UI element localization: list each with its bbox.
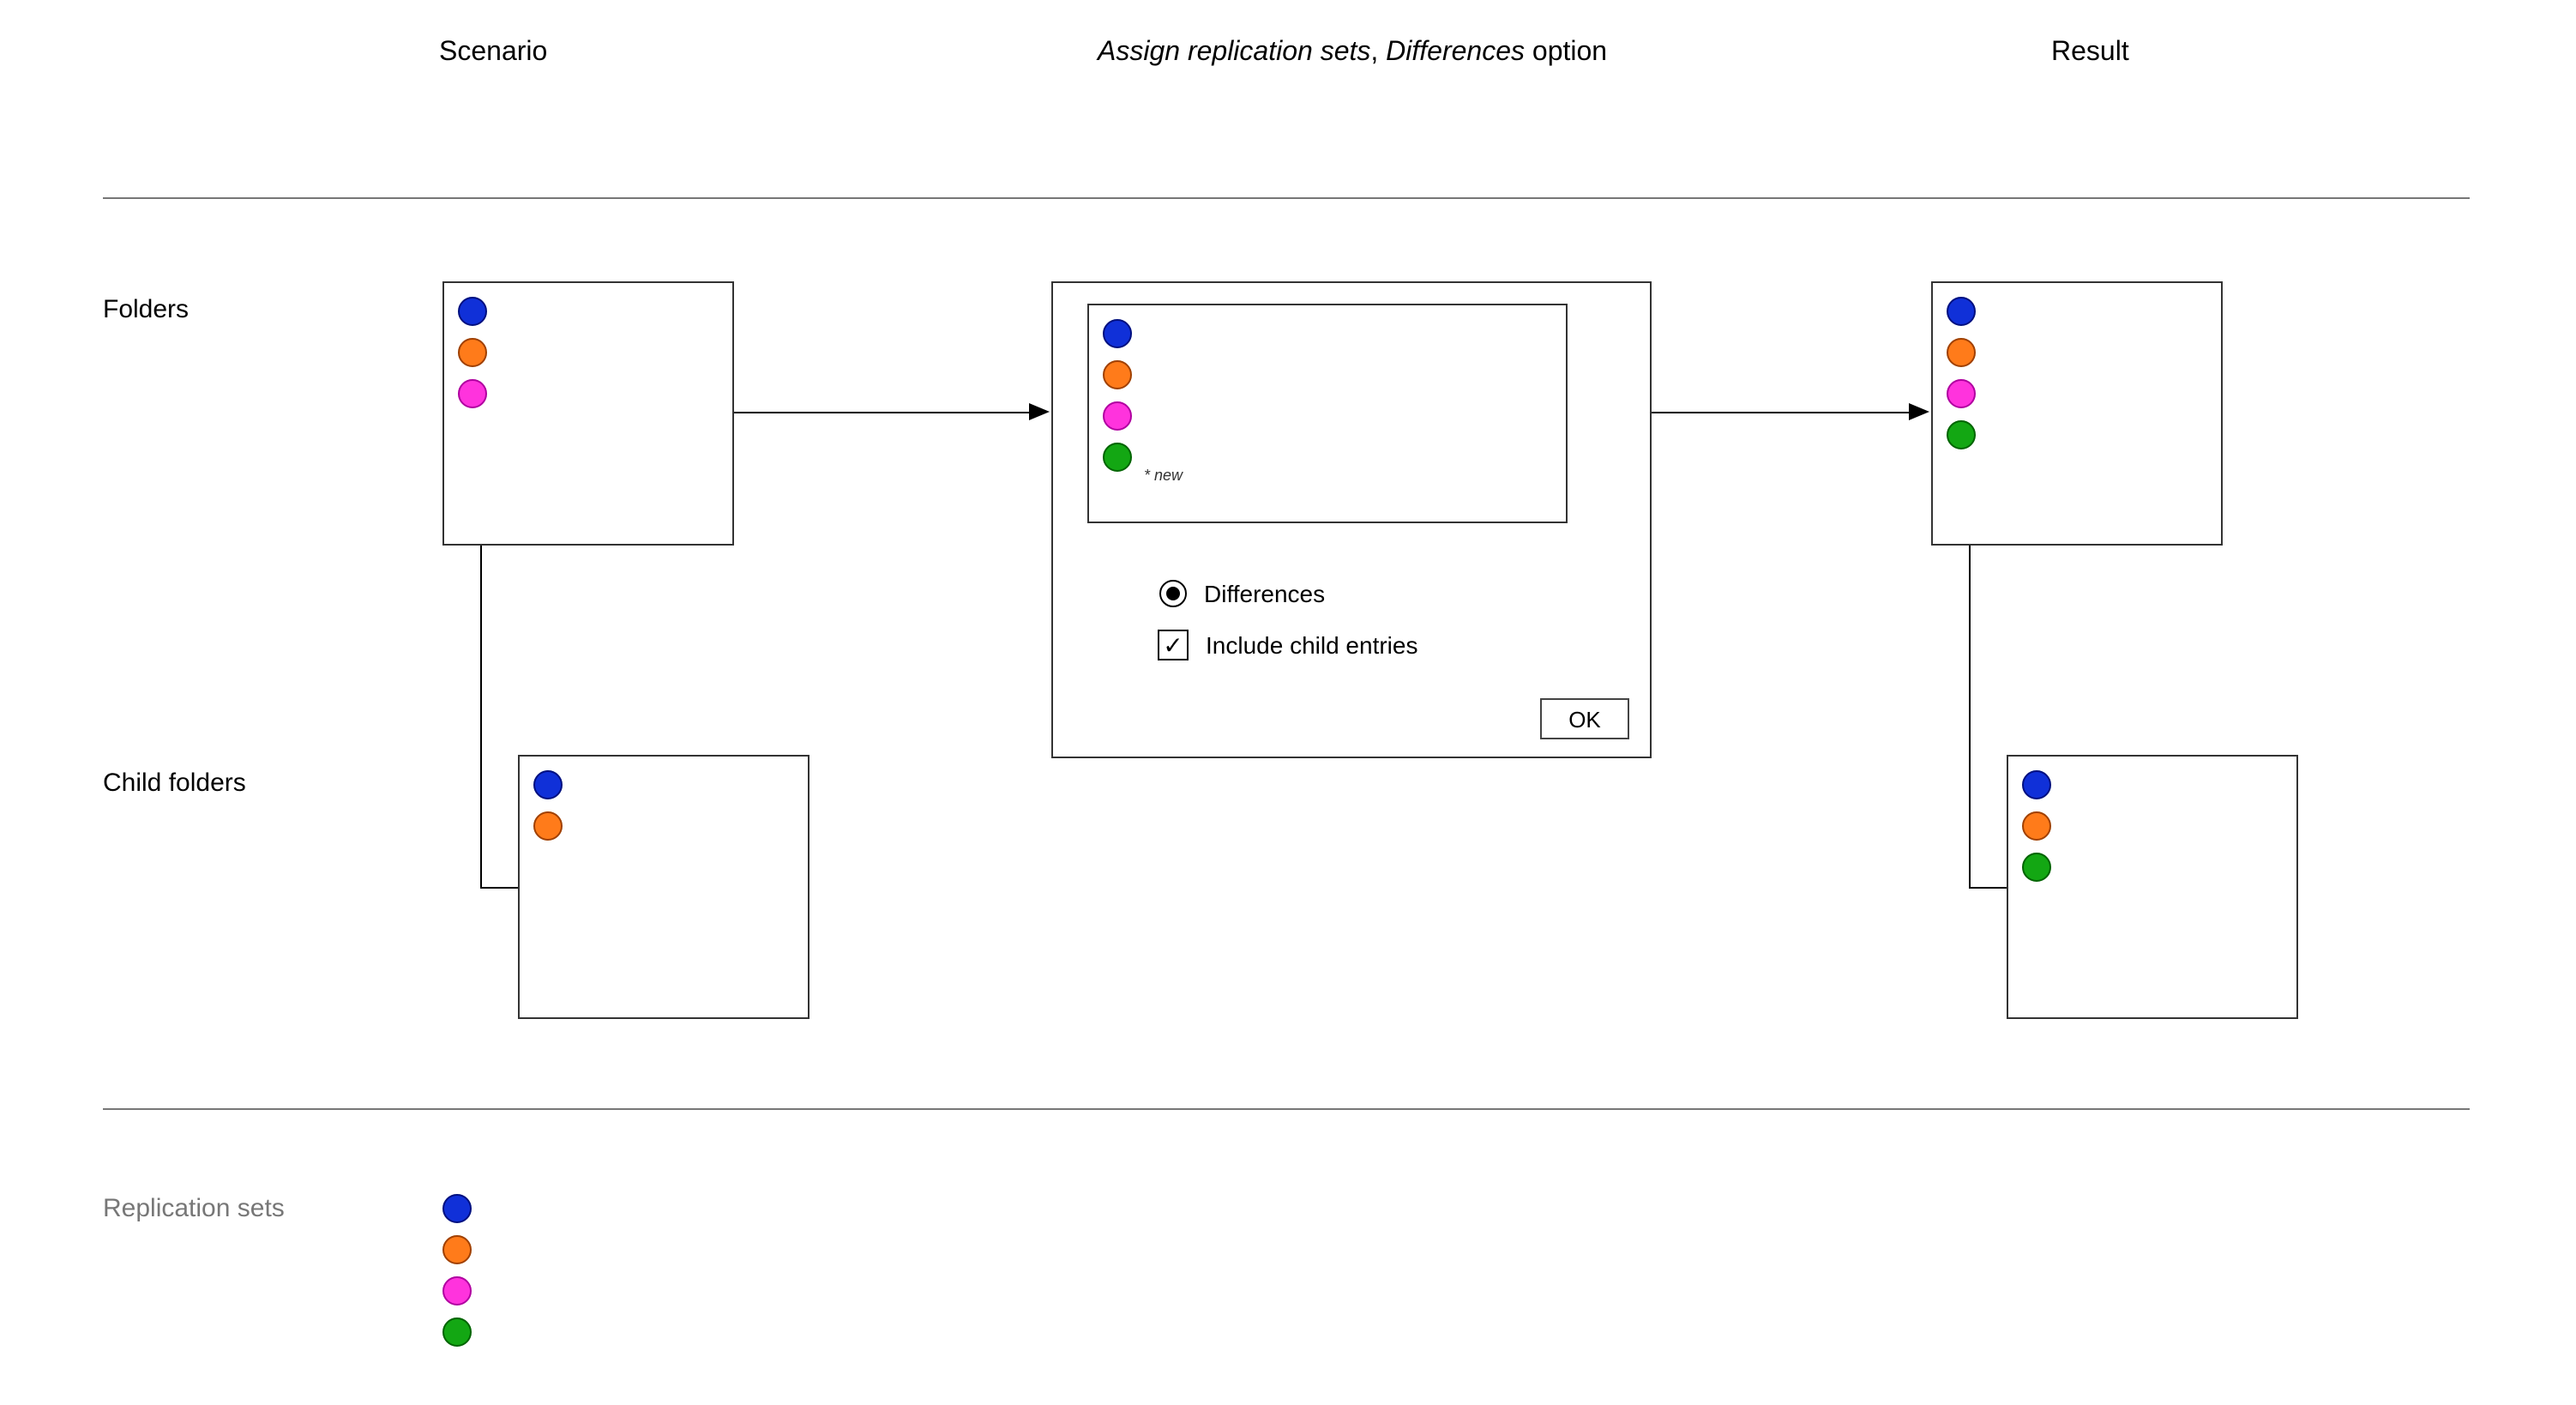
new-marker-label: * new [1144,467,1183,484]
dot-magenta-icon [1103,401,1132,431]
dot-orange-icon [442,1235,472,1264]
dot-orange-icon [1947,338,1976,367]
dot-orange-icon [533,811,563,841]
arrow-dialog-to-result [1652,412,1909,413]
divider-bottom [103,1108,2470,1110]
result-child-dots [2022,770,2051,882]
dialog-list-dots [1103,319,1132,472]
column-header-result: Result [2051,38,2129,69]
checkbox-include-children-label: Include child entries [1206,631,1418,659]
ok-button[interactable]: OK [1540,698,1629,739]
checkbox-icon: ✓ [1158,630,1189,660]
radio-differences-label: Differences [1204,580,1325,607]
radio-differences[interactable]: Differences [1159,580,1325,607]
scenario-tree-horizontal [480,887,518,889]
column-header-scenario: Scenario [439,38,547,69]
result-parent-dots [1947,297,1976,449]
scenario-parent-dots [458,297,487,408]
dot-orange-icon [458,338,487,367]
scenario-parent-box [442,281,734,546]
dot-blue-icon [2022,770,2051,799]
checkbox-include-children[interactable]: ✓ Include child entries [1158,630,1418,660]
dot-orange-icon [2022,811,2051,841]
arrow-head-icon [1029,403,1050,420]
result-tree-horizontal [1969,887,2007,889]
column-header-assign-part2: Differences [1386,38,1525,67]
scenario-child-dots [533,770,563,841]
dot-magenta-icon [1947,379,1976,408]
row-label-child-folders: Child folders [103,769,246,798]
scenario-tree-vertical [480,546,482,887]
dot-blue-icon [533,770,563,799]
dot-blue-icon [458,297,487,326]
column-header-assign-part1: Assign replication sets [1098,38,1370,67]
column-header-assign-part3: option [1525,38,1607,67]
ok-button-label: OK [1568,706,1601,732]
result-tree-vertical [1969,546,1971,887]
radio-icon [1159,580,1187,607]
column-header-assign-sep: , [1370,38,1386,67]
dot-magenta-icon [442,1276,472,1306]
legend-dots [442,1194,472,1347]
result-child-box [2007,755,2298,1019]
dot-blue-icon [1103,319,1132,348]
dialog-box: * new Differences ✓ Include child entrie… [1051,281,1652,758]
dot-green-icon [2022,853,2051,882]
dot-green-icon [1947,420,1976,449]
diagram-canvas: Scenario Assign replication sets, Differ… [0,0,2576,1405]
dot-blue-icon [442,1194,472,1223]
column-header-assign: Assign replication sets, Differences opt… [1098,38,1607,69]
arrow-scenario-to-dialog [734,412,1029,413]
arrow-head-icon [1909,403,1929,420]
dot-blue-icon [1947,297,1976,326]
dialog-list-box: * new [1087,304,1568,523]
scenario-child-box [518,755,810,1019]
legend-label: Replication sets [103,1194,285,1223]
dot-green-icon [1103,443,1132,472]
divider-top [103,197,2470,199]
dot-magenta-icon [458,379,487,408]
dot-green-icon [442,1318,472,1347]
row-label-folders: Folders [103,295,189,324]
dot-orange-icon [1103,360,1132,389]
result-parent-box [1931,281,2223,546]
